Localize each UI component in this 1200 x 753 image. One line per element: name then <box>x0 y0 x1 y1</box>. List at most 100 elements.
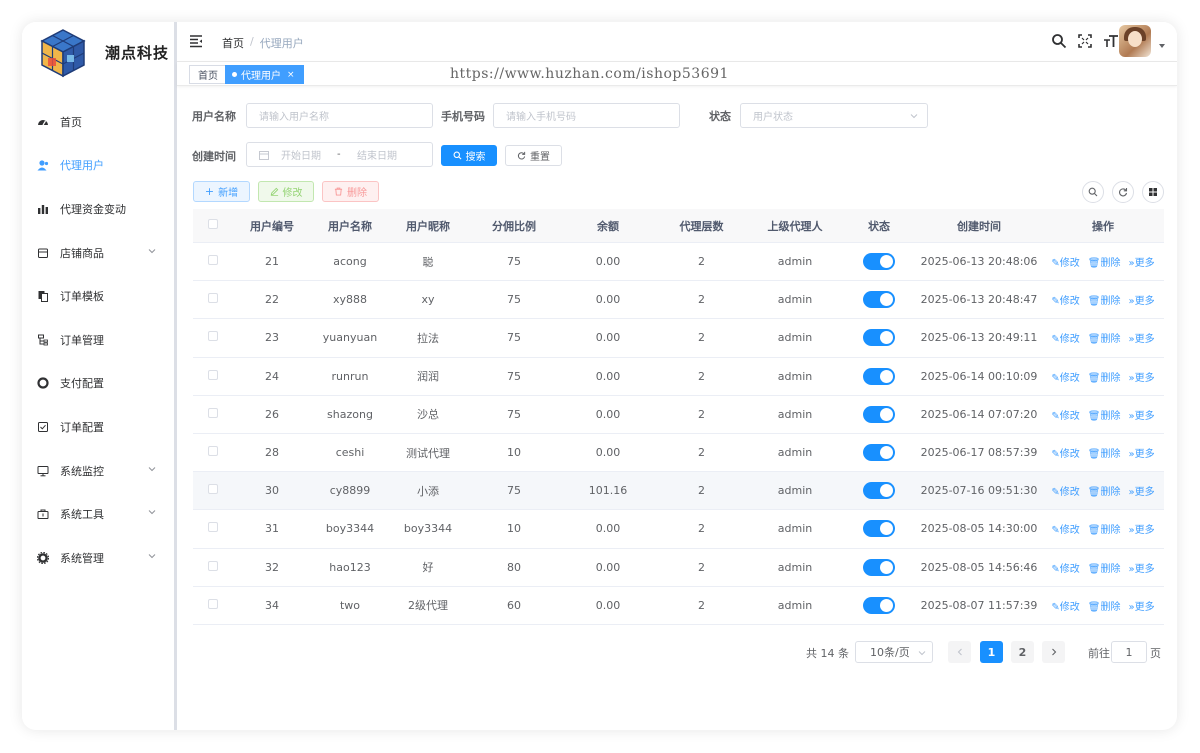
status-switch[interactable] <box>863 367 895 385</box>
search-icon[interactable] <box>1051 33 1067 49</box>
select-all-checkbox[interactable] <box>208 219 218 229</box>
search-button[interactable]: 搜索 <box>441 145 497 166</box>
fullscreen-icon[interactable] <box>1077 33 1093 49</box>
row-edit-link[interactable]: ✎修改 <box>1051 407 1079 422</box>
columns-button[interactable] <box>1142 181 1164 203</box>
status-switch[interactable] <box>863 329 895 347</box>
row-checkbox[interactable] <box>208 484 218 495</box>
goto-suffix: 页 <box>1150 647 1161 660</box>
sidebar-item-home[interactable]: 首页 <box>22 100 174 144</box>
tag-home[interactable]: 首页 <box>189 65 227 84</box>
page-1-button[interactable]: 1 <box>980 641 1003 663</box>
row-delete-link[interactable]: 🗑删除 <box>1088 254 1121 269</box>
row-delete-link[interactable]: 🗑删除 <box>1088 521 1121 536</box>
table-body: 21 acong 聪 75 0.00 2 admin 2025-06-13 20:48:06 ✎… <box>193 243 1164 625</box>
sidebar-item-fund-changes[interactable]: 代理资金变动 <box>22 187 174 231</box>
row-checkbox[interactable] <box>208 446 218 457</box>
row-checkbox[interactable] <box>208 407 218 418</box>
page-size-select[interactable]: 10条/页 <box>855 641 933 663</box>
row-more-link[interactable]: »更多 <box>1128 407 1154 422</box>
reset-button[interactable]: 重置 <box>505 145 562 166</box>
row-edit-link[interactable]: ✎修改 <box>1051 254 1079 269</box>
row-delete-link[interactable]: 🗑删除 <box>1088 598 1121 613</box>
row-delete-link[interactable]: 🗑删除 <box>1088 369 1121 384</box>
row-more-link[interactable]: »更多 <box>1128 560 1154 575</box>
row-delete-link[interactable]: 🗑删除 <box>1088 445 1121 460</box>
prev-page-button[interactable] <box>948 641 971 663</box>
trash-icon: 🗑 <box>1087 449 1101 461</box>
row-more-link[interactable]: »更多 <box>1128 598 1154 613</box>
row-more-link[interactable]: »更多 <box>1128 483 1154 498</box>
add-button[interactable]: + 新增 <box>193 181 250 202</box>
row-checkbox[interactable] <box>208 293 218 304</box>
phone-input[interactable]: 请输入手机号码 <box>493 103 680 128</box>
status-switch[interactable] <box>863 596 895 614</box>
goto-page-input[interactable]: 1 <box>1111 641 1147 663</box>
row-checkbox[interactable] <box>208 522 218 533</box>
row-checkbox[interactable] <box>208 598 218 609</box>
row-checkbox[interactable] <box>208 369 218 380</box>
cell-user-id: 26 <box>265 407 279 421</box>
row-edit-link[interactable]: ✎修改 <box>1051 598 1079 613</box>
avatar-dropdown-caret-icon[interactable] <box>1159 44 1165 48</box>
status-switch[interactable] <box>863 482 895 500</box>
row-delete-link[interactable]: 🗑删除 <box>1088 407 1121 422</box>
row-more-link[interactable]: »更多 <box>1128 369 1154 384</box>
row-delete-link[interactable]: 🗑删除 <box>1088 560 1121 575</box>
sidebar-item-shop-goods[interactable]: 店铺商品 <box>22 231 174 275</box>
start-date-placeholder: 开始日期 <box>281 151 321 162</box>
sidebar-item-order-management[interactable]: 订单管理 <box>22 318 174 362</box>
status-switch[interactable] <box>863 405 895 423</box>
row-edit-link[interactable]: ✎修改 <box>1051 521 1079 536</box>
tag-agent-users[interactable]: 代理用户 × <box>225 65 304 84</box>
row-edit-link[interactable]: ✎修改 <box>1051 292 1079 307</box>
status-switch[interactable] <box>863 444 895 462</box>
row-delete-link[interactable]: 🗑删除 <box>1088 483 1121 498</box>
row-edit-link[interactable]: ✎修改 <box>1051 445 1079 460</box>
row-checkbox[interactable] <box>208 331 218 342</box>
row-delete-link[interactable]: 🗑删除 <box>1088 330 1121 345</box>
close-icon[interactable]: × <box>287 70 295 80</box>
row-edit-link[interactable]: ✎修改 <box>1051 369 1079 384</box>
status-switch[interactable] <box>863 520 895 538</box>
next-page-button[interactable] <box>1042 641 1065 663</box>
app-window: 潮点科技 首页 代理用户 代理资金变动 店铺商品 订单模板 订单管理 支付配置 … <box>22 22 1177 730</box>
sidebar-item-system-management[interactable]: 系统管理 <box>22 536 174 580</box>
row-edit-link[interactable]: ✎修改 <box>1051 560 1079 575</box>
sidebar-item-system-tools[interactable]: 系统工具 <box>22 492 174 536</box>
status-select[interactable]: 用户状态 <box>740 103 928 128</box>
status-switch[interactable] <box>863 291 895 309</box>
row-more-link[interactable]: »更多 <box>1128 292 1154 307</box>
row-delete-link[interactable]: 🗑删除 <box>1088 292 1121 307</box>
cell-created-time: 2025-06-13 20:48:47 <box>920 293 1038 307</box>
edit-button[interactable]: 修改 <box>258 181 314 202</box>
row-more-link[interactable]: »更多 <box>1128 521 1154 536</box>
breadcrumb-home[interactable]: 首页 <box>222 35 244 51</box>
row-edit-link[interactable]: ✎修改 <box>1051 330 1079 345</box>
sidebar-item-agent-users[interactable]: 代理用户 <box>22 144 174 188</box>
delete-button[interactable]: 删除 <box>322 181 379 202</box>
row-more-link[interactable]: »更多 <box>1128 445 1154 460</box>
cell-nickname: 润润 <box>417 370 439 384</box>
username-input[interactable]: 请输入用户名称 <box>246 103 433 128</box>
row-more-link[interactable]: »更多 <box>1128 330 1154 345</box>
menu-fold-icon[interactable] <box>189 34 203 48</box>
page-2-button[interactable]: 2 <box>1011 641 1034 663</box>
row-more-link[interactable]: »更多 <box>1128 254 1154 269</box>
refresh-button[interactable] <box>1112 181 1134 203</box>
user-icon <box>37 159 49 171</box>
row-checkbox[interactable] <box>208 560 218 571</box>
date-range-picker[interactable]: 开始日期 - 结束日期 <box>246 142 433 167</box>
toggle-search-button[interactable] <box>1082 181 1104 203</box>
sidebar-item-order-template[interactable]: 订单模板 <box>22 274 174 318</box>
sidebar-item-system-monitor[interactable]: 系统监控 <box>22 449 174 493</box>
user-avatar[interactable] <box>1119 25 1151 57</box>
sidebar-item-order-config[interactable]: 订单配置 <box>22 405 174 449</box>
status-switch[interactable] <box>863 253 895 271</box>
sidebar-item-payment-config[interactable]: 支付配置 <box>22 362 174 406</box>
row-checkbox[interactable] <box>208 255 218 266</box>
cell-parent-agent: admin <box>777 598 813 612</box>
status-switch[interactable] <box>863 558 895 576</box>
row-edit-link[interactable]: ✎修改 <box>1051 483 1079 498</box>
font-size-icon[interactable] <box>1103 33 1119 49</box>
